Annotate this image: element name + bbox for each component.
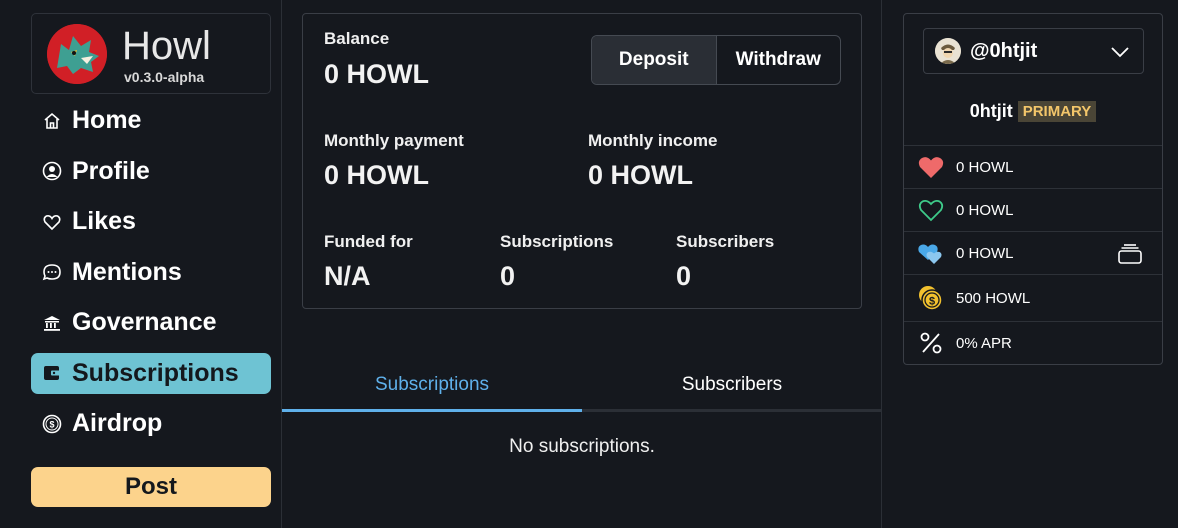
monthly-payment-value: 0 HOWL xyxy=(324,160,429,190)
chat-icon xyxy=(41,261,63,283)
likes-received-row: 0 HOWL xyxy=(904,145,1162,188)
apr-row: 0% APR xyxy=(904,321,1162,364)
empty-state-message: No subscriptions. xyxy=(509,436,655,457)
token-balance-row: $ 500 HOWL xyxy=(904,274,1162,321)
wallet-summary-card: Balance 0 HOWL Deposit Withdraw Monthly … xyxy=(302,13,862,309)
account-name: 0htjit xyxy=(969,101,1013,121)
nav-item-likes[interactable]: Likes xyxy=(31,201,271,242)
nav-item-label: Home xyxy=(72,106,142,134)
user-icon xyxy=(41,160,63,182)
heart-icon xyxy=(41,211,63,233)
main-content: Balance 0 HOWL Deposit Withdraw Monthly … xyxy=(282,0,882,528)
tab-subscribers[interactable]: Subscribers xyxy=(582,360,882,409)
collection-icon[interactable] xyxy=(1117,243,1143,270)
likes-given-value: 0 HOWL xyxy=(956,201,1014,219)
monthly-income-value: 0 HOWL xyxy=(588,160,693,190)
account-switcher[interactable]: @0htjit xyxy=(923,28,1144,74)
wallet-icon xyxy=(41,362,63,384)
funded-for-value: N/A xyxy=(324,261,371,291)
nav-item-airdrop[interactable]: $ Airdrop xyxy=(31,403,271,444)
nav-menu: Home Profile Likes Mentions Governance S… xyxy=(31,100,271,454)
likes-given-row: 0 HOWL xyxy=(904,188,1162,231)
withdraw-button[interactable]: Withdraw xyxy=(717,36,841,84)
monthly-income-label: Monthly income xyxy=(588,131,718,150)
percent-icon xyxy=(917,329,945,357)
nav-item-governance[interactable]: Governance xyxy=(31,302,271,343)
nav-item-label: Mentions xyxy=(72,257,182,286)
apr-value: 0% APR xyxy=(956,334,1012,352)
tab-subscriptions[interactable]: Subscriptions xyxy=(282,360,582,412)
subscriptions-count-value: 0 xyxy=(500,261,516,291)
primary-badge: PRIMARY xyxy=(1017,101,1097,122)
chevron-down-icon xyxy=(1109,41,1131,68)
hearts-stack-icon xyxy=(917,239,945,267)
avatar xyxy=(935,38,961,64)
pending-value: 0 HOWL xyxy=(956,244,1014,262)
svg-text:$: $ xyxy=(929,296,935,308)
deposit-button[interactable]: Deposit xyxy=(592,36,717,84)
sidebar: Howl v0.3.0-alpha Home Profile Likes Men… xyxy=(0,0,282,528)
heart-filled-icon xyxy=(917,153,945,181)
token-balance-value: 500 HOWL xyxy=(956,289,1031,307)
subscriptions-tabs: Subscriptions Subscribers xyxy=(282,360,882,412)
account-handle: @0htjit xyxy=(970,39,1038,62)
brand-logo-box[interactable]: Howl v0.3.0-alpha xyxy=(31,13,271,94)
subscribers-count-label: Subscribers xyxy=(676,232,775,251)
heart-outline-icon xyxy=(917,196,945,224)
nav-item-label: Subscriptions xyxy=(72,358,239,387)
subscribers-count-value: 0 xyxy=(676,261,692,291)
funded-for-label: Funded for xyxy=(324,232,413,251)
monthly-payment-label: Monthly payment xyxy=(324,131,464,150)
nav-item-label: Profile xyxy=(72,156,150,185)
likes-received-value: 0 HOWL xyxy=(956,158,1014,176)
coins-icon: $ xyxy=(917,284,945,312)
nav-item-profile[interactable]: Profile xyxy=(31,151,271,192)
deposit-withdraw-group: Deposit Withdraw xyxy=(591,35,841,85)
bank-icon xyxy=(41,312,63,334)
brand-title: Howl xyxy=(122,24,211,68)
balance-label: Balance xyxy=(324,29,390,48)
coin-icon: $ xyxy=(41,413,63,435)
nav-item-home[interactable]: Home xyxy=(31,100,271,141)
nav-item-label: Governance xyxy=(72,308,217,336)
post-button[interactable]: Post xyxy=(31,467,271,507)
balance-value: 0 HOWL xyxy=(324,59,429,89)
pending-row: 0 HOWL xyxy=(904,231,1162,274)
nav-item-label: Airdrop xyxy=(72,409,163,437)
account-name-row: 0htjit PRIMARY xyxy=(904,101,1162,122)
nav-item-mentions[interactable]: Mentions xyxy=(31,252,271,293)
brand-version: v0.3.0-alpha xyxy=(124,69,205,85)
nav-item-label: Likes xyxy=(72,207,136,235)
nav-item-subscriptions[interactable]: Subscriptions xyxy=(31,352,271,394)
subscriptions-count-label: Subscriptions xyxy=(500,232,614,251)
svg-text:$: $ xyxy=(49,419,54,429)
account-panel: @0htjit 0htjit PRIMARY 0 HOWL 0 HOWL 0 H… xyxy=(903,13,1163,365)
home-icon xyxy=(41,110,63,132)
howl-logo-icon xyxy=(47,24,107,84)
